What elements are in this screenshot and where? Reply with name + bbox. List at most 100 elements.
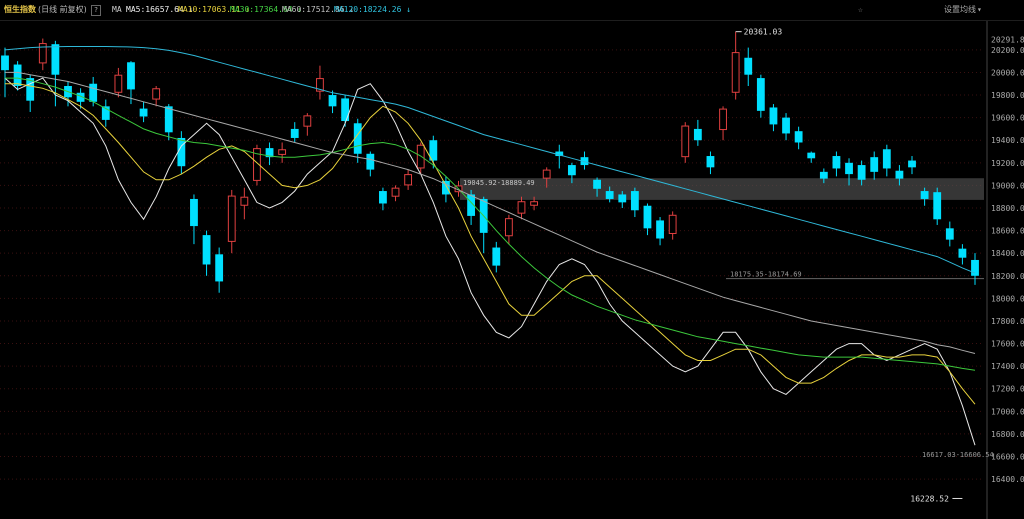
- y-tick-label: 18800.0: [991, 204, 1024, 213]
- y-tick-label: 17000.0: [991, 407, 1024, 416]
- candle-body-down: [202, 235, 211, 265]
- y-tick-label: 18000.0: [991, 294, 1024, 303]
- candle: [190, 194, 198, 245]
- candle: [202, 230, 211, 276]
- candle: [706, 151, 715, 175]
- candle: [668, 211, 677, 240]
- candle-body-up: [504, 218, 513, 237]
- candle: [76, 88, 85, 109]
- candle-body-down: [127, 62, 135, 90]
- gap-label: 18175.35-18174.69: [730, 271, 802, 279]
- candle: [479, 196, 488, 254]
- candle-body-down: [819, 171, 828, 179]
- candlestick-chart[interactable]: 20291.8 20200.0 20000.0 19800.0 19600.0 19400…: [0, 21, 1024, 519]
- y-tick-label: 19600.0: [991, 114, 1024, 123]
- index-title[interactable]: 恒生指数: [4, 0, 36, 20]
- chevron-down-icon[interactable]: ▾: [977, 0, 982, 20]
- candle-body-down: [618, 194, 627, 203]
- candle: [366, 151, 375, 177]
- candle: [693, 119, 702, 146]
- gap-label-2: 16617.03-16606.54: [922, 451, 994, 459]
- candle-body-down: [177, 137, 186, 167]
- candle: [555, 144, 564, 169]
- candle-body-down: [971, 259, 979, 276]
- candle: [215, 247, 224, 293]
- candle-body-down: [89, 83, 98, 102]
- candle-body-down: [706, 156, 715, 168]
- candle: [756, 74, 765, 118]
- candle: [492, 241, 501, 273]
- candle: [303, 113, 312, 136]
- candle-body-down: [870, 157, 879, 172]
- ma-label: MA: [112, 5, 122, 14]
- candle: [290, 122, 299, 143]
- low-label: 16228.52: [910, 494, 949, 503]
- ma-line-ma60: [5, 71, 976, 354]
- candle-body-down: [593, 179, 601, 189]
- candle-body-down: [164, 106, 173, 133]
- candle: [227, 189, 236, 254]
- candle-body-down: [492, 247, 501, 266]
- candle-body-down: [958, 248, 967, 258]
- candle: [731, 31, 740, 100]
- candle-body-down: [832, 156, 841, 169]
- ma-settings-button[interactable]: 设置均线: [944, 0, 976, 20]
- candle-body-down: [290, 128, 299, 138]
- candle-body-down: [341, 98, 350, 122]
- candle-body-down: [769, 107, 778, 125]
- y-tick-label: 18600.0: [991, 227, 1024, 236]
- candle-body-down: [945, 228, 954, 240]
- period-adjust-label[interactable]: (日线 前复权): [38, 0, 87, 20]
- candle-body-down: [782, 117, 790, 134]
- candle-body-up: [542, 169, 551, 179]
- y-tick-label: 16400.0: [991, 475, 1024, 484]
- candle-body-up: [303, 115, 312, 127]
- candle-body-down: [366, 153, 375, 170]
- candle: [517, 196, 526, 220]
- candle: [933, 187, 942, 225]
- candle: [832, 151, 841, 177]
- candle: [971, 253, 979, 285]
- candle-body-up: [278, 149, 287, 155]
- support-zone-label: 19045.92-18889.49: [463, 179, 535, 187]
- y-tick-label: 20200.0: [991, 46, 1024, 55]
- candle: [807, 151, 816, 163]
- support-zone-band: [460, 178, 984, 200]
- candle-body-down: [215, 254, 224, 282]
- candle: [681, 122, 690, 163]
- candle-body-down: [51, 44, 60, 75]
- candle-body-down: [920, 191, 929, 199]
- candle-body-down: [630, 191, 639, 211]
- candle: [870, 151, 879, 180]
- star-icon[interactable]: ☆: [858, 0, 863, 20]
- y-tick-label: 20000.0: [991, 68, 1024, 77]
- candle: [152, 86, 161, 107]
- candle-body-down: [139, 108, 148, 117]
- candle: [744, 47, 753, 86]
- candle-body-down: [895, 170, 904, 179]
- candle-body-up: [404, 174, 413, 186]
- candle-body-up: [391, 187, 400, 197]
- candle-body-up: [668, 214, 677, 234]
- y-tick-label: 20291.8: [991, 35, 1024, 44]
- candle: [177, 131, 186, 175]
- help-icon[interactable]: ?: [91, 5, 101, 16]
- candle: [379, 187, 387, 211]
- candle-body-down: [379, 191, 387, 204]
- candle: [328, 90, 337, 114]
- y-tick-label: 17200.0: [991, 385, 1024, 394]
- candle: [630, 187, 639, 218]
- y-tick-label: 19000.0: [991, 181, 1024, 190]
- candle-body-down: [190, 198, 198, 227]
- high-label: 20361.03: [744, 28, 783, 37]
- candle: [504, 214, 513, 245]
- candle: [769, 104, 778, 132]
- ma-line-ma5: [4, 77, 976, 446]
- candle: [945, 221, 954, 247]
- candle: [391, 185, 400, 202]
- candle-body-down: [605, 191, 614, 199]
- candle-body-up: [152, 88, 161, 100]
- candle-body-up: [227, 195, 236, 242]
- y-tick-label: 17400.0: [991, 362, 1024, 371]
- candle-body-down: [756, 78, 765, 111]
